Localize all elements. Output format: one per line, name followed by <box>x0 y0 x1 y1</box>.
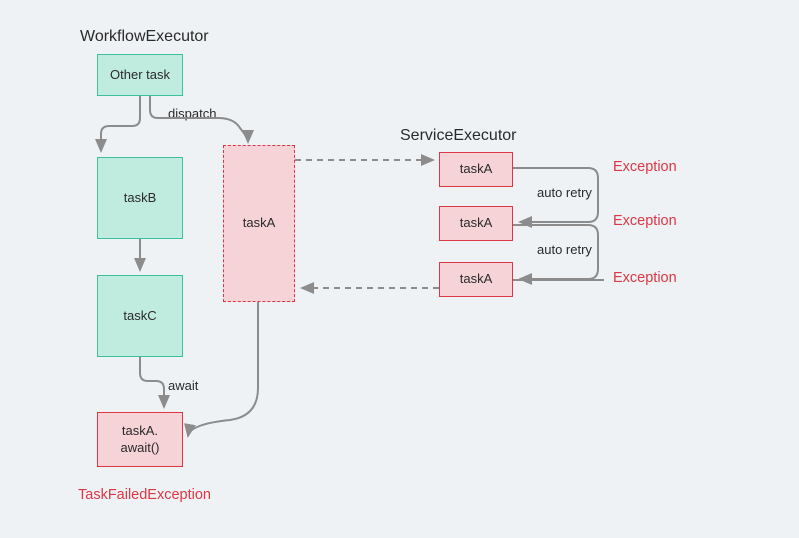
taskC-box: taskC <box>97 275 183 357</box>
exception-2-label: Exception <box>613 213 677 229</box>
auto-retry-2-label: auto retry <box>537 242 592 257</box>
await-box: taskA. await() <box>97 412 183 467</box>
dispatch-label: dispatch <box>168 106 216 121</box>
svc-taskA-2-box: taskA <box>439 206 513 241</box>
exception-3-label: Exception <box>613 270 677 286</box>
other-task-box: Other task <box>97 54 183 96</box>
workflow-executor-heading: WorkflowExecutor <box>80 28 209 46</box>
svc-taskA-1-box: taskA <box>439 152 513 187</box>
auto-retry-1-label: auto retry <box>537 185 592 200</box>
await-label: await <box>168 378 198 393</box>
task-failed-exception-label: TaskFailedException <box>78 487 211 503</box>
taskA-dispatched-box: taskA <box>223 145 295 302</box>
taskB-box: taskB <box>97 157 183 239</box>
service-executor-heading: ServiceExecutor <box>400 127 517 145</box>
exception-1-label: Exception <box>613 159 677 175</box>
svc-taskA-3-box: taskA <box>439 262 513 297</box>
